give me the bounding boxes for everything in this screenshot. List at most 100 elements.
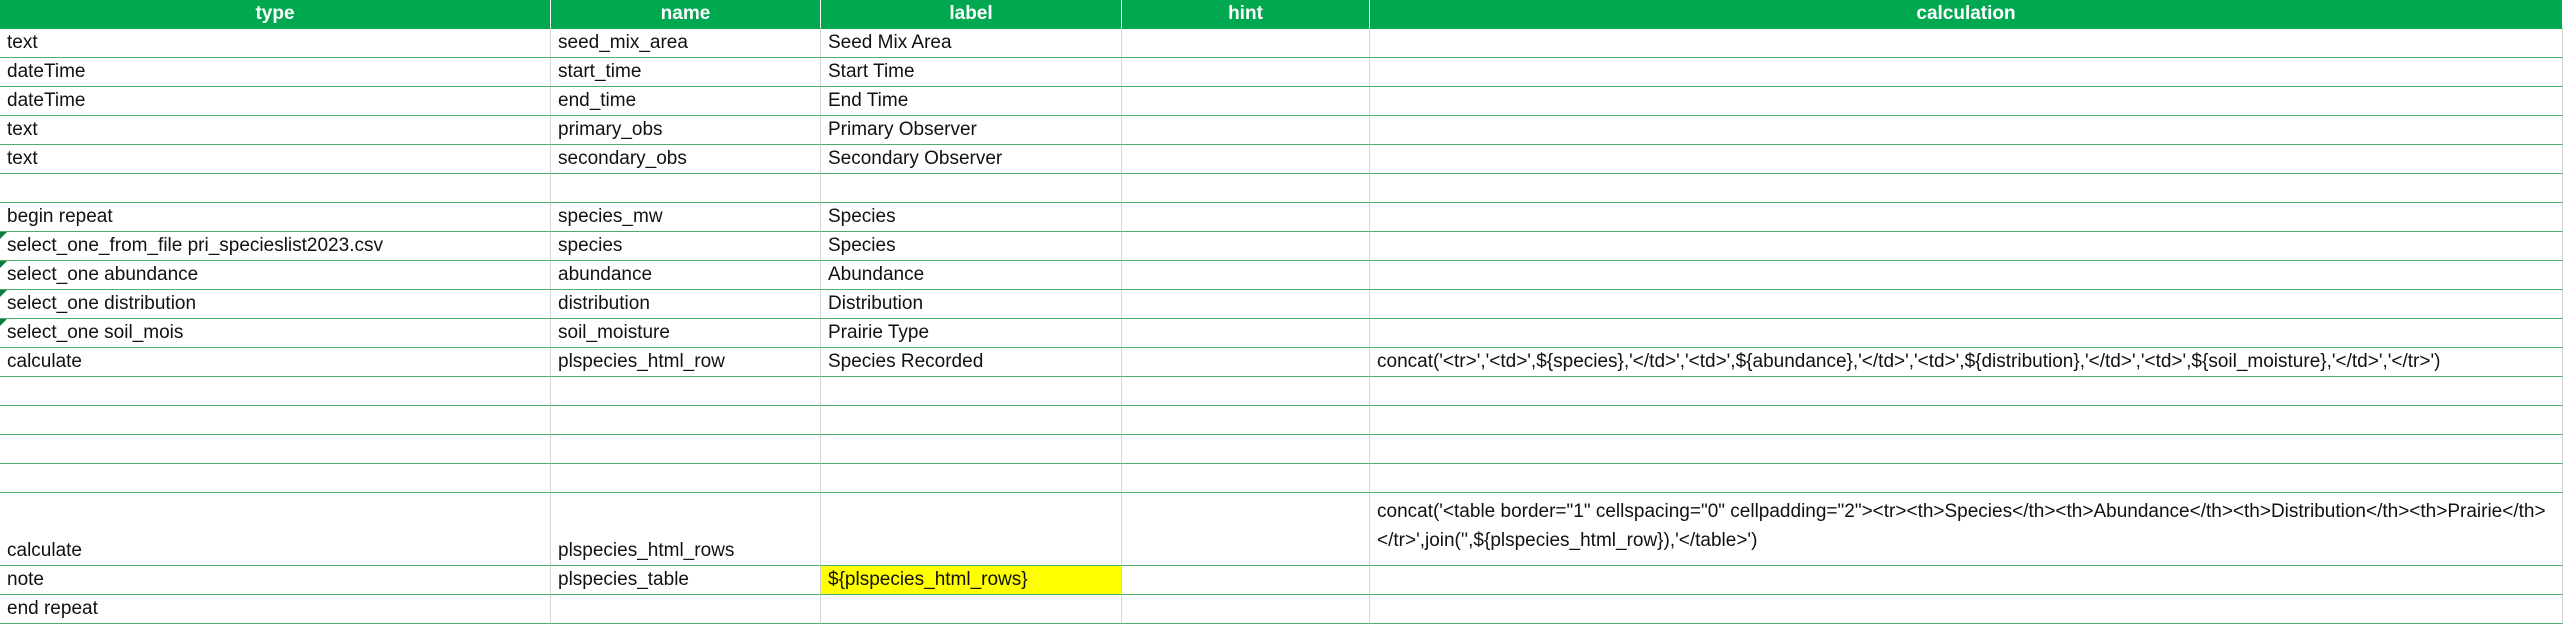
cell-type[interactable]: text	[0, 116, 551, 145]
cell-calculation[interactable]	[1370, 29, 2563, 58]
cell-calculation[interactable]	[1370, 595, 2563, 624]
cell-label[interactable]: Species	[821, 203, 1122, 232]
cell-type[interactable]	[0, 406, 551, 435]
cell-name[interactable]: plspecies_html_rows	[551, 493, 821, 566]
cell-name[interactable]: species	[551, 232, 821, 261]
cell-label[interactable]	[821, 595, 1122, 624]
cell-name[interactable]: start_time	[551, 58, 821, 87]
column-header-hint[interactable]: hint	[1122, 0, 1370, 29]
cell-calculation[interactable]	[1370, 87, 2563, 116]
cell-label[interactable]: End Time	[821, 87, 1122, 116]
cell-hint[interactable]	[1122, 566, 1370, 595]
cell-hint[interactable]	[1122, 261, 1370, 290]
cell-calculation[interactable]	[1370, 261, 2563, 290]
cell-label[interactable]	[821, 377, 1122, 406]
cell-hint[interactable]	[1122, 319, 1370, 348]
cell-calculation[interactable]	[1370, 290, 2563, 319]
cell-label[interactable]: Abundance	[821, 261, 1122, 290]
cell-label[interactable]	[821, 406, 1122, 435]
cell-name[interactable]: plspecies_html_row	[551, 348, 821, 377]
cell-type[interactable]: select_one abundance	[0, 261, 551, 290]
cell-label[interactable]	[821, 435, 1122, 464]
cell-type[interactable]: dateTime	[0, 58, 551, 87]
cell-label[interactable]	[821, 493, 1122, 566]
cell-name[interactable]	[551, 595, 821, 624]
cell-calculation[interactable]	[1370, 203, 2563, 232]
cell-hint[interactable]	[1122, 232, 1370, 261]
cell-label[interactable]: Start Time	[821, 58, 1122, 87]
cell-hint[interactable]	[1122, 595, 1370, 624]
cell-calculation[interactable]	[1370, 232, 2563, 261]
cell-name[interactable]	[551, 377, 821, 406]
cell-label[interactable]	[821, 174, 1122, 203]
cell-calculation[interactable]	[1370, 377, 2563, 406]
cell-hint[interactable]	[1122, 435, 1370, 464]
cell-label[interactable]: Seed Mix Area	[821, 29, 1122, 58]
cell-label[interactable]: Prairie Type	[821, 319, 1122, 348]
cell-calculation[interactable]	[1370, 319, 2563, 348]
cell-name[interactable]: soil_moisture	[551, 319, 821, 348]
cell-name[interactable]: species_mw	[551, 203, 821, 232]
cell-type[interactable]: text	[0, 29, 551, 58]
cell-hint[interactable]	[1122, 406, 1370, 435]
cell-name[interactable]: seed_mix_area	[551, 29, 821, 58]
cell-calculation[interactable]	[1370, 174, 2563, 203]
cell-type[interactable]: end repeat	[0, 595, 551, 624]
cell-type[interactable]: begin repeat	[0, 203, 551, 232]
cell-name[interactable]	[551, 435, 821, 464]
cell-name[interactable]: primary_obs	[551, 116, 821, 145]
cell-type[interactable]	[0, 464, 551, 493]
cell-calculation[interactable]	[1370, 464, 2563, 493]
column-header-label[interactable]: label	[821, 0, 1122, 29]
cell-hint[interactable]	[1122, 145, 1370, 174]
cell-calculation[interactable]	[1370, 116, 2563, 145]
cell-hint[interactable]	[1122, 464, 1370, 493]
cell-hint[interactable]	[1122, 174, 1370, 203]
cell-label[interactable]: Species Recorded	[821, 348, 1122, 377]
column-header-name[interactable]: name	[551, 0, 821, 29]
cell-name[interactable]: abundance	[551, 261, 821, 290]
cell-type[interactable]: dateTime	[0, 87, 551, 116]
cell-calculation[interactable]	[1370, 566, 2563, 595]
cell-type[interactable]: text	[0, 145, 551, 174]
cell-calculation[interactable]: concat('<tr>','<td>',${species},'</td>',…	[1370, 348, 2563, 377]
cell-name[interactable]: plspecies_table	[551, 566, 821, 595]
cell-type[interactable]: note	[0, 566, 551, 595]
cell-name[interactable]	[551, 406, 821, 435]
cell-type[interactable]: calculate	[0, 348, 551, 377]
cell-label[interactable]: Distribution	[821, 290, 1122, 319]
cell-hint[interactable]	[1122, 87, 1370, 116]
cell-name[interactable]: distribution	[551, 290, 821, 319]
cell-calculation[interactable]	[1370, 58, 2563, 87]
cell-label[interactable]: Secondary Observer	[821, 145, 1122, 174]
cell-type[interactable]	[0, 435, 551, 464]
cell-label[interactable]	[821, 464, 1122, 493]
cell-hint[interactable]	[1122, 377, 1370, 406]
cell-calculation[interactable]	[1370, 145, 2563, 174]
cell-name[interactable]: end_time	[551, 87, 821, 116]
column-header-type[interactable]: type	[0, 0, 551, 29]
cell-type[interactable]: select_one soil_mois	[0, 319, 551, 348]
cell-name[interactable]: secondary_obs	[551, 145, 821, 174]
cell-type[interactable]	[0, 377, 551, 406]
cell-calculation[interactable]: concat('<table border="1" cellspacing="0…	[1370, 493, 2563, 566]
cell-calculation[interactable]	[1370, 406, 2563, 435]
cell-label[interactable]: Primary Observer	[821, 116, 1122, 145]
cell-name[interactable]	[551, 174, 821, 203]
cell-hint[interactable]	[1122, 116, 1370, 145]
cell-type[interactable]: select_one_from_file pri_specieslist2023…	[0, 232, 551, 261]
cell-type[interactable]: calculate	[0, 493, 551, 566]
cell-label-highlighted[interactable]: ${plspecies_html_rows}	[821, 566, 1122, 595]
cell-name[interactable]	[551, 464, 821, 493]
cell-hint[interactable]	[1122, 29, 1370, 58]
cell-calculation[interactable]	[1370, 435, 2563, 464]
cell-type[interactable]: select_one distribution	[0, 290, 551, 319]
cell-hint[interactable]	[1122, 203, 1370, 232]
cell-hint[interactable]	[1122, 58, 1370, 87]
cell-hint[interactable]	[1122, 493, 1370, 566]
cell-type[interactable]	[0, 174, 551, 203]
column-header-calculation[interactable]: calculation	[1370, 0, 2563, 29]
cell-label[interactable]: Species	[821, 232, 1122, 261]
cell-hint[interactable]	[1122, 290, 1370, 319]
cell-hint[interactable]	[1122, 348, 1370, 377]
